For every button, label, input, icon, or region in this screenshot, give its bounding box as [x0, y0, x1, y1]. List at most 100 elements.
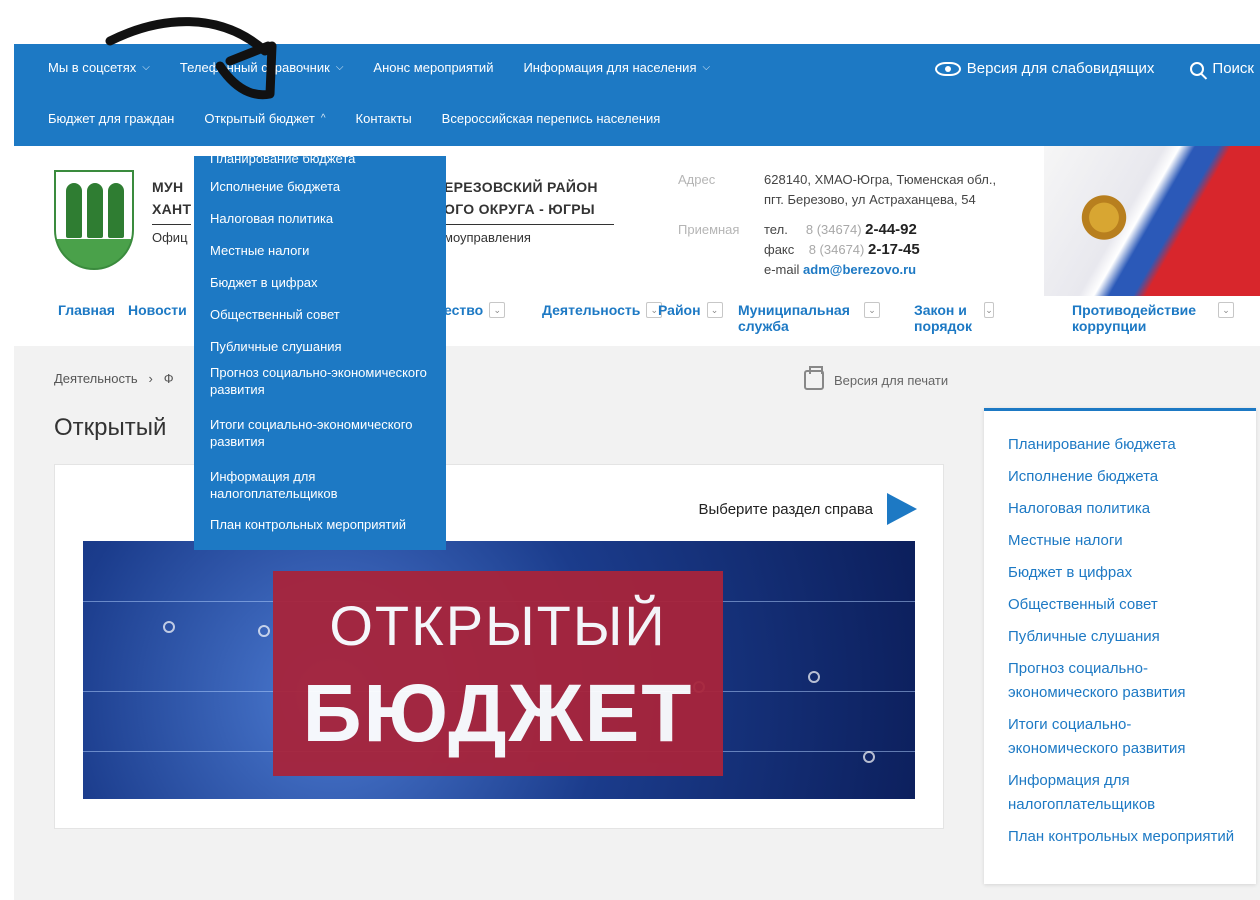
sidebar-link[interactable]: Местные налоги — [1008, 529, 1238, 553]
phone-number: 2-44-92 — [865, 221, 917, 238]
chevron-down-icon: ⌵ — [142, 62, 150, 73]
tree-shape — [108, 183, 124, 238]
sidebar-link[interactable]: Информация для налогоплательщиков — [1008, 769, 1238, 817]
chevron-down-icon: ⌵ — [702, 62, 711, 73]
eye-icon — [934, 61, 961, 76]
topbar-link-open-budget[interactable]: Открытый бюджет ^ — [204, 111, 325, 126]
email-row: e-mail adm@berezovo.ru — [764, 260, 920, 280]
dropdown-menu-item[interactable]: Итоги социально-экономического развития — [210, 416, 436, 450]
tree-shape — [87, 183, 103, 238]
main-nav-label: Деятельность — [542, 302, 641, 318]
top-bar: Мы в соцсетях ⌵ Телефонный справочник ⌵ Анон… — [14, 44, 1260, 146]
main-nav-label: Противодействие коррупции — [1072, 302, 1196, 334]
sidebar-link[interactable]: Публичные слушания — [1008, 625, 1238, 649]
top-bar-row-1: Мы в соцсетях ⌵ Телефонный справочник ⌵ Анон… — [48, 60, 740, 75]
accessibility-version-link[interactable]: Версия для слабовидящих — [934, 60, 1154, 77]
topbar-link-label: Всероссийская перепись населения — [441, 111, 661, 126]
dropdown-menu-item[interactable]: Местные налоги — [210, 242, 436, 259]
org-name-left-line2: ХАНТ — [152, 198, 192, 225]
phone-row: тел. 8 (34674) 2-44-92 — [764, 220, 920, 240]
dropdown-menu-item[interactable]: Публичные слушания — [210, 338, 436, 355]
dropdown-menu-item[interactable]: Планирование бюджета — [210, 150, 436, 167]
main-nav-label: Муниципальная служба — [738, 302, 850, 334]
topbar-link-events[interactable]: Анонс мероприятий — [373, 60, 493, 75]
dropdown-menu-item[interactable]: Налоговая политика — [210, 210, 436, 227]
banner-title-line-2: БЮДЖЕТ — [302, 668, 694, 759]
breadcrumb-item-activity[interactable]: Деятельность — [54, 371, 138, 386]
tree-shape — [66, 183, 82, 238]
coat-of-arms-eagle-icon — [1074, 186, 1134, 256]
printer-icon — [804, 366, 824, 390]
search-button[interactable]: Поиск — [1190, 60, 1254, 77]
phone-block: тел. 8 (34674) 2-44-92 факс 8 (34674) 2-… — [764, 220, 920, 280]
dropdown-menu-item[interactable]: Общественный совет — [210, 306, 436, 323]
content-card: Выберите раздел справа ОТКРЫТЫЙ БЮДЖЕТ — [54, 464, 944, 829]
banner-dot — [863, 751, 875, 763]
org-name-right-line2: ОГО ОКРУГА - ЮГРЫ — [444, 198, 614, 225]
dropdown-menu-item[interactable]: Бюджет в цифрах — [210, 274, 436, 291]
breadcrumb-item-current[interactable]: Ф — [164, 371, 174, 386]
sidebar-link[interactable]: Налоговая политика — [1008, 497, 1238, 521]
top-bar-row-2: Бюджет для граждан Открытый бюджет ^ Контак… — [48, 111, 690, 126]
topbar-link-label: Телефонный справочник — [179, 60, 330, 75]
search-icon — [1190, 61, 1205, 76]
fax-code: 8 (34674) — [808, 242, 865, 257]
open-budget-banner: ОТКРЫТЫЙ БЮДЖЕТ — [83, 541, 915, 799]
sidebar-link[interactable]: Исполнение бюджета — [1008, 465, 1238, 489]
print-version-link[interactable]: Версия для печати — [804, 366, 948, 390]
email-link[interactable]: adm@berezovo.ru — [803, 262, 916, 277]
chevron-down-icon[interactable]: ⌄ — [984, 302, 994, 318]
main-nav-item[interactable]: Главная — [58, 302, 115, 318]
main-nav-item[interactable]: Район ⌄ — [658, 302, 723, 318]
topbar-link-phonebook[interactable]: Телефонный справочник ⌵ — [180, 60, 344, 75]
main-nav-item[interactable]: Противодействие коррупции ⌄ — [1072, 302, 1234, 334]
main-nav-item[interactable]: Муниципальная служба ⌄ — [738, 302, 880, 334]
sidebar-link[interactable]: Прогноз социально-экономического развити… — [1008, 657, 1238, 705]
address-label: Адрес — [678, 172, 716, 187]
chevron-down-icon[interactable]: ⌄ — [864, 302, 880, 318]
address-block: 628140, ХМАО-Югра, Тюменская обл., пгт. … — [764, 170, 996, 210]
main-nav-label: Новости — [128, 302, 187, 318]
main-nav-item[interactable]: ество ⌄ — [444, 302, 506, 318]
top-bar-right: Версия для слабовидящих Поиск — [899, 60, 1254, 77]
dropdown-menu-item[interactable]: Информация для налогоплательщиков — [210, 468, 436, 502]
chevron-down-icon[interactable]: ⌄ — [706, 302, 723, 318]
sidebar-link[interactable]: Планирование бюджета — [1008, 433, 1238, 457]
sidebar-link[interactable]: Общественный совет — [1008, 593, 1238, 617]
topbar-link-label: Контакты — [355, 111, 412, 126]
fax-row: факс 8 (34674) 2-17-45 — [764, 240, 920, 260]
org-subtitle-left: Офиц — [152, 230, 188, 245]
main-nav-item[interactable]: Деятельность ⌄ — [542, 302, 663, 318]
topbar-link-census[interactable]: Всероссийская перепись населения — [442, 111, 661, 126]
main-nav-item[interactable]: Закон и порядок ⌄ — [914, 302, 994, 334]
address-line-1: 628140, ХМАО-Югра, Тюменская обл., — [764, 172, 997, 187]
coat-of-arms-logo[interactable] — [54, 170, 134, 270]
org-subtitle-right: моуправления — [444, 230, 531, 245]
chevron-down-icon[interactable]: ⌄ — [1218, 302, 1234, 318]
sidebar-link[interactable]: Бюджет в цифрах — [1008, 561, 1238, 585]
topbar-link-public-info[interactable]: Информация для населения ⌵ — [523, 60, 710, 75]
fax-number: 2-17-45 — [868, 241, 920, 258]
dropdown-menu-item[interactable]: Исполнение бюджета — [210, 178, 436, 195]
fax-label: факс — [764, 242, 795, 257]
main-nav-item[interactable]: Новости — [128, 302, 187, 318]
email-label: e-mail — [764, 262, 800, 277]
search-label: Поиск — [1212, 60, 1254, 77]
topbar-link-contacts[interactable]: Контакты — [356, 111, 412, 126]
topbar-link-label: Анонс мероприятий — [373, 60, 494, 75]
phone-label: тел. — [764, 222, 788, 237]
chevron-down-icon[interactable]: ⌄ — [489, 302, 506, 318]
sidebar-link[interactable]: Итоги социально-экономического развития — [1008, 713, 1238, 761]
sidebar-link[interactable]: План контрольных мероприятий — [1008, 825, 1238, 849]
org-name-left: МУН ХАНТ — [152, 176, 192, 225]
dropdown-menu-item[interactable]: Прогноз социально-экономического развити… — [210, 364, 436, 398]
topbar-link-social[interactable]: Мы в соцсетях ⌵ — [48, 60, 150, 75]
banner-dot — [163, 621, 175, 633]
topbar-link-label: Открытый бюджет — [204, 111, 315, 126]
dropdown-menu-item[interactable]: План контрольных мероприятий — [210, 516, 436, 533]
page: Мы в соцсетях ⌵ Телефонный справочник ⌵ Анон… — [0, 0, 1260, 900]
address-line-2: пгт. Березово, ул Астраханцева, 54 — [764, 192, 976, 207]
chevron-down-icon: ⌵ — [335, 62, 344, 73]
main-nav-label: Главная — [58, 302, 115, 318]
topbar-link-budget-citizens[interactable]: Бюджет для граждан — [48, 111, 174, 126]
